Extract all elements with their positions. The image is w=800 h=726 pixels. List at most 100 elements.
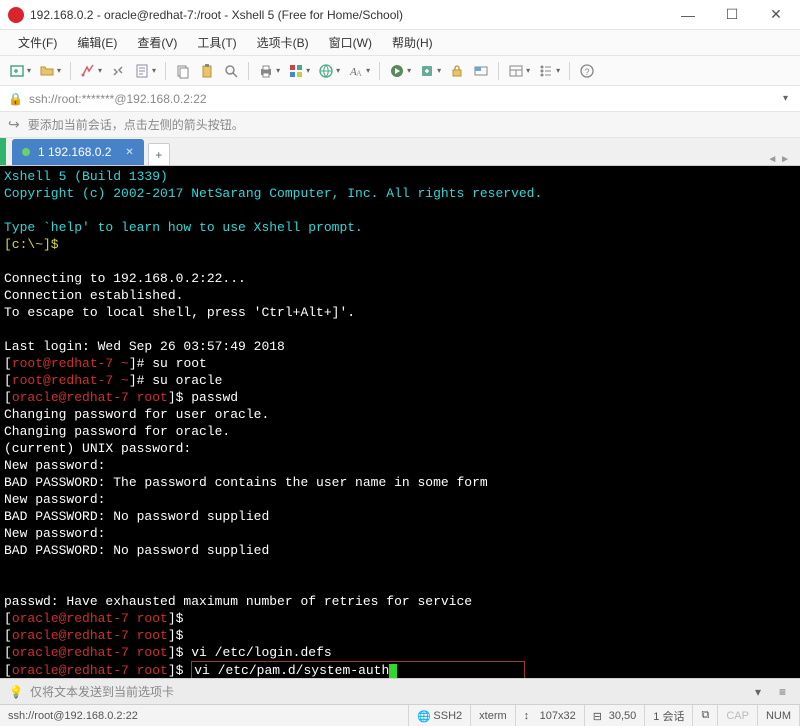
find-button[interactable]	[220, 59, 242, 83]
open-button[interactable]	[36, 59, 64, 83]
view-button[interactable]	[535, 59, 563, 83]
compose-hint: 仅将文本发送到当前选项卡	[30, 683, 174, 700]
menu-window[interactable]: 窗口(W)	[319, 31, 382, 54]
address-text[interactable]: ssh://root:*******@192.168.0.2:22	[29, 92, 773, 106]
script-button[interactable]	[386, 59, 414, 83]
term-prompt: [oracle@redhat-7 root]$	[4, 645, 191, 660]
print-button[interactable]	[255, 59, 283, 83]
toolbar-separator	[70, 62, 71, 80]
copy-button[interactable]	[172, 59, 194, 83]
font-button[interactable]: AA	[345, 59, 373, 83]
term-cmd: passwd	[191, 390, 238, 405]
status-bar: ssh://root@192.168.0.2:22 🌐SSH2 xterm ↕1…	[0, 704, 800, 726]
term-cmd: vi /etc/login.defs	[191, 645, 331, 660]
term-line: Last login: Wed Sep 26 03:57:49 2018	[4, 339, 285, 354]
properties-button[interactable]	[131, 59, 159, 83]
svg-text:?: ?	[585, 67, 590, 77]
tab-bar: 1 192.168.0.2 ✕ + ◄ ►	[0, 138, 800, 166]
compose-bar: 💡 仅将文本发送到当前选项卡 ▾ ≡	[0, 678, 800, 704]
connected-indicator-icon	[22, 148, 30, 156]
menu-help[interactable]: 帮助(H)	[382, 31, 443, 54]
menu-edit[interactable]: 编辑(E)	[67, 31, 127, 54]
term-cmd: su oracle	[152, 373, 222, 388]
globe-icon: 🌐	[417, 710, 429, 722]
reconnect-button[interactable]	[77, 59, 105, 83]
tab-navigate[interactable]: ◄ ►	[761, 154, 796, 165]
term-line: BAD PASSWORD: The password contains the …	[4, 475, 488, 490]
close-button[interactable]: ✕	[760, 3, 792, 27]
term-line: Connection established.	[4, 288, 183, 303]
term-prompt: [root@redhat-7 ~]#	[4, 356, 152, 371]
term-prompt: [oracle@redhat-7 root]$	[4, 390, 191, 405]
tab-session-1[interactable]: 1 192.168.0.2 ✕	[12, 139, 144, 165]
toolbar-separator	[498, 62, 499, 80]
disconnect-button[interactable]	[107, 59, 129, 83]
term-line: Connecting to 192.168.0.2:22...	[4, 271, 246, 286]
status-cap: CAP	[718, 705, 758, 726]
app-icon	[8, 7, 24, 23]
address-dropdown[interactable]: ▾	[779, 91, 792, 106]
add-session-icon[interactable]: ↪	[8, 116, 20, 133]
toolbar-separator	[569, 62, 570, 80]
menu-tabs[interactable]: 选项卡(B)	[247, 31, 319, 54]
resize-icon: ↕	[524, 710, 536, 722]
menu-file[interactable]: 文件(F)	[8, 31, 67, 54]
maximize-button[interactable]: ☐	[716, 3, 748, 27]
toolbar-separator	[165, 62, 166, 80]
status-termtype: xterm	[471, 705, 516, 726]
compose-menu-button[interactable]: ≡	[773, 685, 792, 699]
transfer-button[interactable]	[416, 59, 444, 83]
lightbulb-icon: 💡	[8, 684, 24, 700]
term-helptip: Type `help' to learn how to use Xshell p…	[4, 220, 363, 235]
menu-view[interactable]: 查看(V)	[127, 31, 187, 54]
compose-dropdown[interactable]: ▾	[749, 685, 767, 699]
session-hint-bar: ↪ 要添加当前会话，点击左侧的箭头按钮。	[0, 112, 800, 138]
menu-tools[interactable]: 工具(T)	[187, 31, 246, 54]
session-hint-text: 要添加当前会话，点击左侧的箭头按钮。	[28, 116, 244, 133]
term-line: To escape to local shell, press 'Ctrl+Al…	[4, 305, 355, 320]
layout-button[interactable]	[505, 59, 533, 83]
toolbar: AA ?	[0, 56, 800, 86]
add-tab-button[interactable]: +	[148, 143, 170, 165]
lock-icon: 🔒	[8, 92, 23, 106]
term-highlighted-cmd: vi /etc/pam.d/system-auth	[191, 661, 525, 678]
address-bar: 🔒 ssh://root:*******@192.168.0.2:22 ▾	[0, 86, 800, 112]
term-header: Xshell 5 (Build 1339)	[4, 169, 168, 184]
status-pos: ⊟30,50	[585, 705, 646, 726]
term-line: passwd: Have exhausted maximum number of…	[4, 594, 472, 609]
status-overlap-icon[interactable]: ⧉	[693, 705, 718, 726]
tab-close-icon[interactable]: ✕	[125, 147, 133, 158]
terminal[interactable]: Xshell 5 (Build 1339) Copyright (c) 2002…	[0, 166, 800, 678]
term-line: New password:	[4, 458, 105, 473]
term-line: BAD PASSWORD: No password supplied	[4, 509, 269, 524]
position-icon: ⊟	[593, 710, 605, 722]
encoding-button[interactable]	[315, 59, 343, 83]
tab-label: 1 192.168.0.2	[38, 145, 111, 159]
paste-button[interactable]	[196, 59, 218, 83]
cursor-icon	[389, 664, 397, 678]
lock-button[interactable]	[446, 59, 468, 83]
term-prompt: [root@redhat-7 ~]#	[4, 373, 152, 388]
title-bar: 192.168.0.2 - oracle@redhat-7:/root - Xs…	[0, 0, 800, 30]
term-line: New password:	[4, 526, 105, 541]
window-controls: — ☐ ✕	[672, 3, 792, 27]
minimize-button[interactable]: —	[672, 3, 704, 27]
term-cmd: su root	[152, 356, 207, 371]
term-line: (current) UNIX password:	[4, 441, 191, 456]
toolbar-separator	[379, 62, 380, 80]
status-size: ↕107x32	[516, 705, 585, 726]
status-proto: 🌐SSH2	[409, 705, 471, 726]
broadcast-button[interactable]	[470, 59, 492, 83]
term-line: BAD PASSWORD: No password supplied	[4, 543, 269, 558]
term-line: Changing password for user oracle.	[4, 407, 269, 422]
status-ssh: ssh://root@192.168.0.2:22	[0, 705, 409, 726]
term-copyright: Copyright (c) 2002-2017 NetSarang Comput…	[4, 186, 542, 201]
new-session-button[interactable]	[6, 59, 34, 83]
term-localprompt: [c:\~]$	[4, 237, 59, 252]
svg-text:A: A	[356, 69, 362, 78]
status-num: NUM	[758, 705, 800, 726]
color-scheme-button[interactable]	[285, 59, 313, 83]
status-sessions: 1 会话	[645, 705, 693, 726]
help-button[interactable]: ?	[576, 59, 598, 83]
term-prompt: [oracle@redhat-7 root]$	[4, 611, 183, 626]
